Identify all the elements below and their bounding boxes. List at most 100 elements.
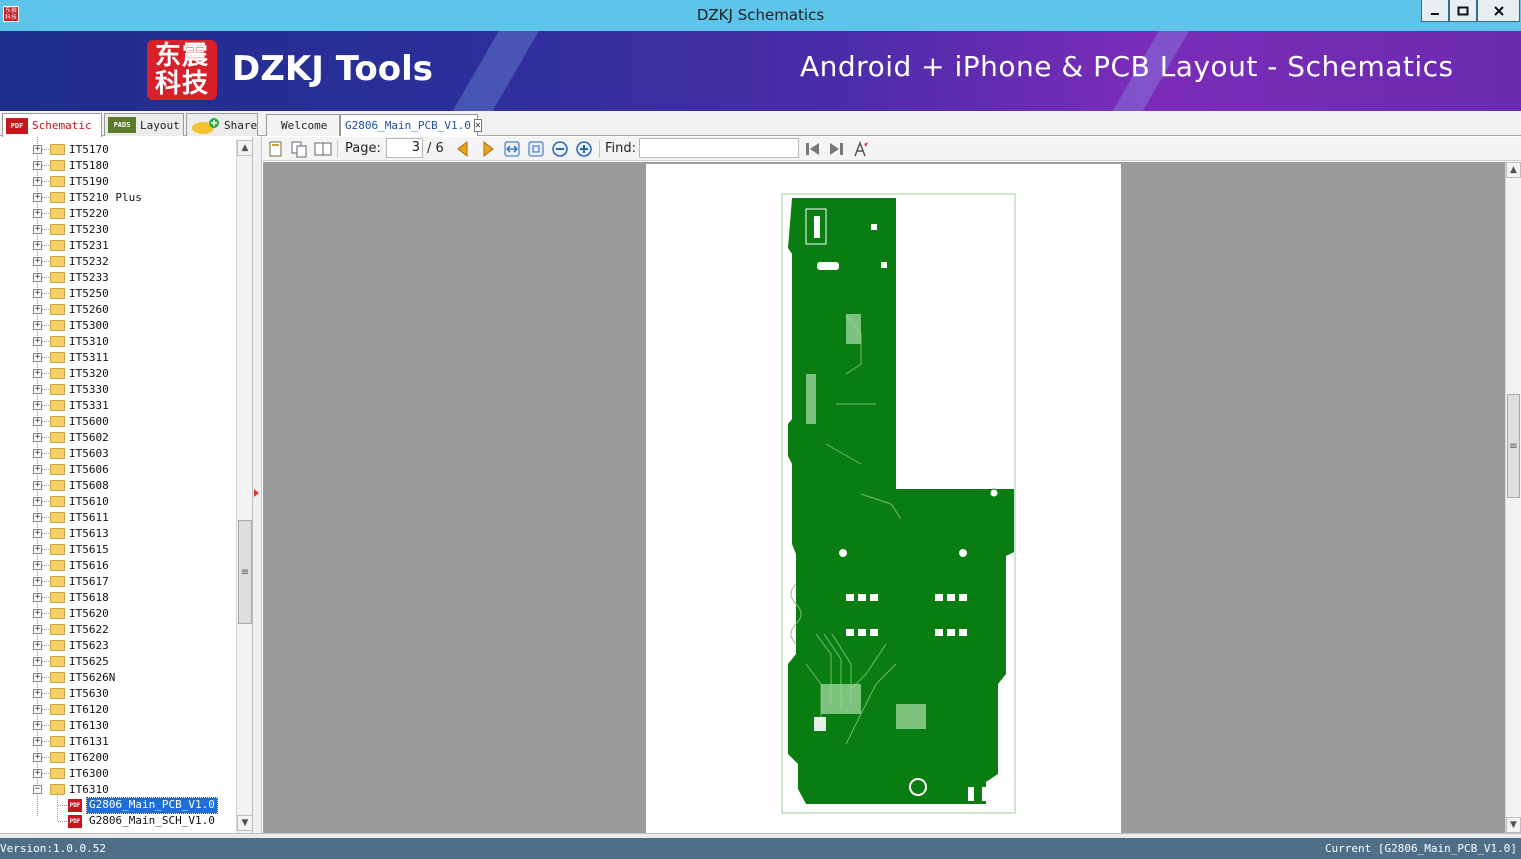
- tree-folder-item[interactable]: + IT5300: [0, 318, 236, 334]
- scroll-down-button[interactable]: ▼: [237, 815, 252, 831]
- expand-icon[interactable]: +: [33, 417, 42, 426]
- tree-folder-item[interactable]: + IT6300: [0, 766, 236, 782]
- expand-icon[interactable]: +: [33, 705, 42, 714]
- tree-folder-item[interactable]: + IT5617: [0, 574, 236, 590]
- expand-icon[interactable]: +: [33, 145, 42, 154]
- expand-icon[interactable]: +: [33, 593, 42, 602]
- minimize-button[interactable]: [1421, 0, 1449, 22]
- zoom-in-icon[interactable]: [575, 140, 593, 158]
- tree-folder-item[interactable]: + IT5603: [0, 446, 236, 462]
- tree-folder-item[interactable]: + IT5622: [0, 622, 236, 638]
- tree-folder-item[interactable]: + IT5623: [0, 638, 236, 654]
- maximize-button[interactable]: [1449, 0, 1477, 22]
- tree-folder-item[interactable]: + IT5220: [0, 206, 236, 222]
- tree-folder-item[interactable]: + IT5611: [0, 510, 236, 526]
- tree-folder-item[interactable]: + IT5618: [0, 590, 236, 606]
- expand-icon[interactable]: +: [33, 561, 42, 570]
- tree-folder-item[interactable]: + IT6131: [0, 734, 236, 750]
- tree-folder-item[interactable]: + IT5210 Plus: [0, 190, 236, 206]
- tree-scrollbar[interactable]: ▲ ≡ ▼: [236, 140, 252, 833]
- scroll-up-button[interactable]: ▲: [237, 140, 252, 156]
- viewer-scroll-thumb[interactable]: ≡: [1507, 394, 1520, 498]
- expand-icon[interactable]: +: [33, 257, 42, 266]
- expand-icon[interactable]: +: [33, 673, 42, 682]
- expand-icon[interactable]: +: [33, 497, 42, 506]
- expand-icon[interactable]: +: [33, 545, 42, 554]
- viewer-scroll-up-button[interactable]: ▲: [1506, 162, 1521, 178]
- tree-folder-item[interactable]: + IT5600: [0, 414, 236, 430]
- expand-icon[interactable]: +: [33, 657, 42, 666]
- tree-scroll-thumb[interactable]: ≡: [238, 520, 252, 624]
- tree-file-item[interactable]: PDF G2806_Main_PCB_V1.0: [0, 797, 236, 814]
- expand-icon[interactable]: +: [33, 273, 42, 282]
- tab-schematic[interactable]: PDF Schematic: [2, 113, 102, 137]
- tab-close-icon[interactable]: ✕: [473, 119, 482, 132]
- tree-folder-item[interactable]: + IT6130: [0, 718, 236, 734]
- expand-icon[interactable]: +: [33, 625, 42, 634]
- tree-folder-item[interactable]: + IT5311: [0, 350, 236, 366]
- tree-folder-item[interactable]: + IT6120: [0, 702, 236, 718]
- document-viewer[interactable]: [263, 162, 1505, 833]
- expand-icon[interactable]: +: [33, 641, 42, 650]
- expand-icon[interactable]: +: [33, 769, 42, 778]
- find-input[interactable]: [639, 138, 799, 158]
- tree-folder-item[interactable]: + IT5625: [0, 654, 236, 670]
- close-button[interactable]: [1477, 0, 1520, 22]
- zoom-out-icon[interactable]: [551, 140, 569, 158]
- expand-icon[interactable]: +: [33, 449, 42, 458]
- expand-icon[interactable]: +: [33, 241, 42, 250]
- previous-page-icon[interactable]: [454, 140, 472, 158]
- tree-folder-item[interactable]: + IT5230: [0, 222, 236, 238]
- single-page-icon[interactable]: [267, 140, 285, 158]
- fit-page-icon[interactable]: [527, 140, 545, 158]
- tree-folder-item[interactable]: + IT5231: [0, 238, 236, 254]
- tree-folder-item[interactable]: + IT5613: [0, 526, 236, 542]
- expand-icon[interactable]: +: [33, 385, 42, 394]
- tree-folder-item[interactable]: + IT5190: [0, 174, 236, 190]
- tree-folder-item-expanded[interactable]: − IT6310: [0, 782, 236, 798]
- highlight-text-icon[interactable]: [852, 140, 870, 158]
- expand-icon[interactable]: +: [33, 689, 42, 698]
- tree-folder-item[interactable]: + IT5602: [0, 430, 236, 446]
- tree-folder-item[interactable]: + IT5310: [0, 334, 236, 350]
- page-number-input[interactable]: 3: [386, 138, 423, 158]
- expand-icon[interactable]: +: [33, 369, 42, 378]
- tab-share[interactable]: Share: [186, 113, 258, 136]
- find-next-icon[interactable]: [828, 140, 846, 158]
- tab-layout[interactable]: PADS Layout: [104, 113, 184, 136]
- tree-folder-item[interactable]: + IT5620: [0, 606, 236, 622]
- expand-icon[interactable]: +: [33, 337, 42, 346]
- fit-width-icon[interactable]: [503, 140, 521, 158]
- expand-icon[interactable]: +: [33, 609, 42, 618]
- expand-icon[interactable]: +: [33, 529, 42, 538]
- tree-folder-item[interactable]: + IT6200: [0, 750, 236, 766]
- expand-icon[interactable]: +: [33, 737, 42, 746]
- viewer-scrollbar[interactable]: ▲ ≡ ▼: [1505, 162, 1521, 833]
- expand-icon[interactable]: +: [33, 481, 42, 490]
- tree-folder-item[interactable]: + IT5615: [0, 542, 236, 558]
- expand-icon[interactable]: +: [33, 321, 42, 330]
- expand-icon[interactable]: +: [33, 353, 42, 362]
- expand-icon[interactable]: +: [33, 225, 42, 234]
- expand-icon[interactable]: +: [33, 161, 42, 170]
- tree-folder-item[interactable]: + IT5608: [0, 478, 236, 494]
- tree-folder-item[interactable]: + IT5233: [0, 270, 236, 286]
- expand-icon[interactable]: +: [33, 401, 42, 410]
- doc-tab-welcome[interactable]: Welcome: [266, 114, 340, 136]
- find-previous-icon[interactable]: [803, 140, 821, 158]
- tree-folder-item[interactable]: + IT5630: [0, 686, 236, 702]
- viewer-scroll-down-button[interactable]: ▼: [1506, 817, 1521, 833]
- tree-folder-item[interactable]: + IT5606: [0, 462, 236, 478]
- tree-folder-item[interactable]: + IT5320: [0, 366, 236, 382]
- expand-icon[interactable]: +: [33, 433, 42, 442]
- tree-folder-item[interactable]: + IT5610: [0, 494, 236, 510]
- tree-folder-item[interactable]: + IT5232: [0, 254, 236, 270]
- tree-folder-item[interactable]: + IT5330: [0, 382, 236, 398]
- collapse-arrow-icon[interactable]: [254, 489, 259, 497]
- expand-icon[interactable]: +: [33, 209, 42, 218]
- tree-file-item[interactable]: PDF G2806_Main_SCH_V1.0: [0, 814, 236, 830]
- expand-icon[interactable]: +: [33, 289, 42, 298]
- expand-icon[interactable]: +: [33, 305, 42, 314]
- panel-splitter[interactable]: [253, 137, 262, 833]
- collapse-icon[interactable]: −: [33, 785, 42, 794]
